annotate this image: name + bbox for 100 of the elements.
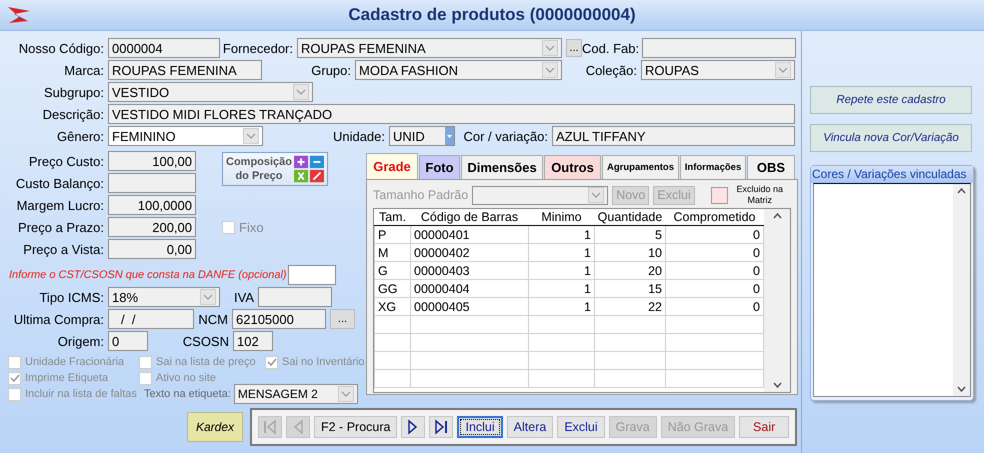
price-composition-button[interactable]: Composição do Preço xyxy=(222,152,328,186)
tab[interactable]: Informações xyxy=(680,155,746,179)
gender-dropdown[interactable]: FEMININO xyxy=(108,126,263,146)
iva-field[interactable] xyxy=(258,287,332,307)
chevron-down-icon xyxy=(588,187,604,203)
field-label: Descrição: xyxy=(42,106,105,122)
ncm-field[interactable]: 62105000 xyxy=(232,309,326,329)
field-label: Ultima Compra: xyxy=(12,312,105,326)
price-field[interactable]: 0,00 xyxy=(108,239,196,259)
action-button[interactable]: Repete este cadastro xyxy=(810,86,972,114)
group-title: Cores / Variações vinculadas xyxy=(811,166,973,183)
table-cell: 10 xyxy=(594,244,666,262)
chevron-down-icon xyxy=(243,128,259,144)
date-field[interactable]: / / xyxy=(108,309,194,329)
code-field[interactable]: 0000004 xyxy=(108,38,220,58)
field-label: Nosso Código: xyxy=(18,40,105,56)
field-label: Coleção: xyxy=(584,62,638,78)
tab[interactable]: Agrupamentos xyxy=(602,155,679,179)
chevron-up-icon xyxy=(957,188,966,194)
calculator-icon xyxy=(294,154,324,184)
checkbox-label: Sai na lista de preço xyxy=(156,356,256,368)
window-title: Cadastro de produtos (0000000004) xyxy=(348,5,636,25)
tab[interactable]: OBS xyxy=(747,155,795,179)
column-header: Minimo xyxy=(528,209,594,226)
csosn-field[interactable]: 102 xyxy=(233,331,273,351)
field-label: Margem Lucro: xyxy=(16,198,105,212)
description-field[interactable]: VESTIDO MIDI FLORES TRANÇADO xyxy=(108,104,795,124)
unit-dropdown[interactable]: UNID xyxy=(389,126,455,146)
supplier-dropdown[interactable]: ROUPAS FEMENINA xyxy=(297,38,562,58)
manufacturer-code-field[interactable] xyxy=(642,38,796,58)
label-text-dropdown[interactable]: MENSAGEM 2 xyxy=(234,384,358,404)
toolbar-button[interactable]: Sair xyxy=(739,416,790,438)
table-cell: 0 xyxy=(666,226,764,244)
brand-field[interactable]: ROUPAS FEMENINA xyxy=(108,60,262,80)
column-header: Quantidade xyxy=(594,209,666,226)
size-dropdown[interactable] xyxy=(472,186,608,204)
column-header: Comprometido xyxy=(666,209,764,226)
tab[interactable]: Foto xyxy=(419,155,460,179)
table-cell: 1 xyxy=(528,262,594,280)
field-label: Preço a Prazo: xyxy=(17,220,105,234)
table-cell: M xyxy=(374,244,410,262)
checkbox-label: Imprime Etiqueta xyxy=(25,372,108,384)
table-cell: 1 xyxy=(528,244,594,262)
table-cell: GG xyxy=(374,280,410,298)
chevron-down-icon xyxy=(542,62,558,78)
chevron-down-icon xyxy=(775,62,791,78)
field-label: Texto na etiqueta: xyxy=(143,388,232,400)
toolbar-button[interactable]: Exclui xyxy=(557,416,605,438)
price-field[interactable]: 100,0000 xyxy=(108,195,196,215)
caret-down-icon xyxy=(447,134,452,138)
table-cell: 1 xyxy=(528,280,594,298)
toolbar-button[interactable]: Inclui xyxy=(457,416,503,438)
check-icon xyxy=(266,358,276,366)
collection-dropdown[interactable]: ROUPAS xyxy=(641,60,795,80)
table-cell: XG xyxy=(374,298,410,316)
legend-text: Excluido na Matriz xyxy=(735,184,784,206)
price-field[interactable] xyxy=(108,173,196,193)
field-label: Cor / variação: xyxy=(462,128,549,144)
scrollbar[interactable] xyxy=(764,209,790,392)
field-label: Tipo ICMS: xyxy=(38,290,105,304)
field-label: Subgrupo: xyxy=(43,84,105,100)
table-cell: G xyxy=(374,262,410,280)
field-label: Origem: xyxy=(56,334,105,348)
table-cell: 00000401 xyxy=(410,226,528,244)
scrollbar[interactable] xyxy=(953,184,970,396)
chevron-down-icon xyxy=(957,386,966,392)
checkbox-label: Unidade Fracionária xyxy=(25,356,124,368)
price-field[interactable]: 100,00 xyxy=(108,151,196,171)
table-cell: 15 xyxy=(594,280,666,298)
subgroup-dropdown[interactable]: VESTIDO xyxy=(108,82,313,102)
toolbar-button[interactable]: F2 - Procura xyxy=(314,416,398,438)
ellipsis-button[interactable]: ... xyxy=(566,39,582,57)
chevron-down-icon xyxy=(542,40,558,56)
field-label: CSOSN xyxy=(182,334,230,348)
skip-last-icon xyxy=(434,419,448,435)
ellipsis-button[interactable]: ... xyxy=(330,309,355,329)
cst-field[interactable] xyxy=(288,265,336,285)
action-button[interactable]: Vincula nova Cor/Variação xyxy=(810,124,972,152)
icms-dropdown[interactable]: 18% xyxy=(108,287,220,307)
field-label: Preço a Vista: xyxy=(22,242,105,256)
chevron-up-icon xyxy=(772,213,782,219)
tab[interactable]: Dimensões xyxy=(461,155,543,179)
chevron-down-icon xyxy=(772,382,782,388)
tab[interactable]: Grade xyxy=(366,153,418,179)
group-dropdown[interactable]: MODA FASHION xyxy=(355,60,562,80)
tab[interactable]: Outros xyxy=(544,155,601,179)
nav-button[interactable] xyxy=(429,416,454,438)
table-cell: 00000403 xyxy=(410,262,528,280)
table-cell: 00000404 xyxy=(410,280,528,298)
chevron-down-icon xyxy=(338,386,354,402)
origin-field[interactable]: 0 xyxy=(108,331,148,351)
checkbox-label: Fixo xyxy=(239,220,264,234)
kardex-button[interactable]: Kardex xyxy=(187,412,243,442)
color-variation-field[interactable]: AZUL TIFFANY xyxy=(552,126,795,146)
price-field[interactable]: 200,00 xyxy=(108,217,196,237)
nav-button[interactable] xyxy=(401,416,426,438)
skip-first-icon xyxy=(263,419,277,435)
field-label: Gênero: xyxy=(56,128,105,144)
toolbar-button[interactable]: Altera xyxy=(506,416,554,438)
column-header: Código de Barras xyxy=(410,209,528,226)
